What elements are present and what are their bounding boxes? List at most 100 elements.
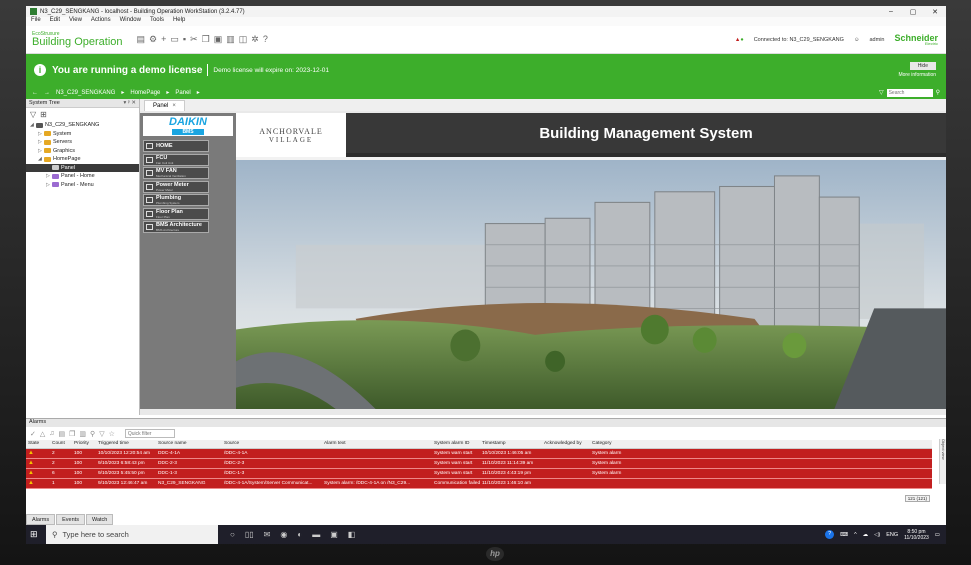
menu-edit[interactable]: Edit: [50, 17, 60, 26]
save-icon[interactable]: ▪: [183, 34, 186, 45]
settings-icon[interactable]: ✲: [251, 34, 259, 45]
close-button[interactable]: ✕: [924, 8, 946, 16]
tree-item[interactable]: ◢ HomePage: [26, 155, 139, 164]
tree-item[interactable]: ▷ Panel - Home: [26, 172, 139, 181]
user-search-icon[interactable]: ⚲: [90, 430, 95, 438]
menu-tools[interactable]: Tools: [150, 17, 164, 26]
column-header[interactable]: System alarm ID: [432, 440, 480, 449]
tab-events[interactable]: Events: [56, 514, 85, 525]
task-view-icon[interactable]: ▯▯: [245, 530, 254, 539]
alarm-row[interactable]: ▲ 1 100 9/10/2023 12:46:47 am N3_C29_SENGKAN…: [26, 478, 932, 489]
column-header[interactable]: Triggered time: [96, 440, 156, 449]
menu-view[interactable]: View: [69, 17, 82, 26]
tree-item[interactable]: ▷ Panel - Menu: [26, 181, 139, 190]
pane-controls[interactable]: ▾ ᵖ ✕: [123, 100, 139, 106]
windows-start-icon[interactable]: ⊞: [30, 529, 44, 540]
column-header[interactable]: Alarm text: [322, 440, 432, 449]
menu-file[interactable]: File: [31, 17, 41, 26]
forward-arrow-icon[interactable]: →: [44, 90, 50, 96]
bell-icon[interactable]: ♫: [49, 430, 54, 437]
paste-icon[interactable]: ▣: [214, 34, 223, 45]
star-icon[interactable]: ☆: [109, 430, 115, 438]
tree-item[interactable]: ▷ Graphics: [26, 147, 139, 156]
expand-icon[interactable]: ⊞: [40, 110, 47, 119]
acknowledge-icon[interactable]: ✓: [30, 430, 36, 438]
workstation-app-icon[interactable]: ◧: [348, 530, 356, 539]
breadcrumb-panel[interactable]: Panel: [175, 90, 190, 96]
note-icon[interactable]: ▤: [59, 430, 66, 438]
tools-icon[interactable]: ⚙: [149, 34, 157, 45]
column-header[interactable]: Acknowledged by: [542, 440, 590, 449]
daikin-menu-button[interactable]: Plumbing Plumbing System: [143, 194, 209, 206]
copy-icon[interactable]: ❐: [202, 34, 210, 45]
cut-icon[interactable]: ✂: [190, 34, 198, 45]
tree-item[interactable]: ▷ Servers: [26, 138, 139, 147]
filter-icon[interactable]: ▽: [99, 430, 104, 438]
taskbar-search[interactable]: ⚲ Type here to search: [46, 525, 218, 544]
open-folder-icon[interactable]: ▭: [170, 34, 179, 45]
filter-icon[interactable]: ▽: [30, 110, 36, 119]
breadcrumb-homepage[interactable]: HomePage: [130, 90, 160, 96]
print-icon[interactable]: ▥: [79, 430, 86, 438]
search-input[interactable]: [886, 88, 933, 97]
column-header[interactable]: Priority: [72, 440, 96, 449]
alarm-row[interactable]: ▲ 2 100 10/10/2023 12:20:54 am DDC-4-1A/DDC-…: [26, 448, 932, 459]
daikin-menu-button[interactable]: Floor Plan Floor Plan: [143, 207, 209, 220]
minimize-button[interactable]: –: [880, 8, 902, 16]
volume-icon[interactable]: ◁): [874, 532, 880, 538]
user-menu[interactable]: admin: [870, 37, 885, 43]
help-icon[interactable]: ?: [825, 530, 835, 539]
edge-icon[interactable]: ◐: [297, 530, 302, 539]
column-header[interactable]: State: [26, 440, 50, 449]
column-header[interactable]: Count: [50, 440, 72, 449]
workspace-icon[interactable]: ▤: [137, 34, 146, 45]
daikin-menu-button[interactable]: FCU Fan Coil Unit: [143, 153, 209, 166]
search-icon[interactable]: ⚲: [936, 89, 940, 96]
back-arrow-icon[interactable]: ←: [32, 90, 38, 96]
copy-icon[interactable]: ❐: [69, 430, 75, 438]
tab-panel[interactable]: Panel ×: [144, 100, 185, 111]
close-tab-icon[interactable]: ×: [172, 103, 176, 109]
menu-actions[interactable]: Actions: [91, 17, 111, 26]
tab-watch[interactable]: Watch: [85, 514, 114, 525]
lock-icon[interactable]: ◫: [239, 34, 248, 45]
quick-filter-input[interactable]: Quick filter: [124, 429, 175, 438]
menu-help[interactable]: Help: [173, 17, 185, 26]
daikin-menu-button[interactable]: Power Meter Power Meter: [143, 180, 209, 193]
daikin-menu-button[interactable]: MV FAN Mechanical Ventilation: [143, 167, 209, 179]
delete-icon[interactable]: ▥: [226, 34, 235, 45]
tree-item[interactable]: ◢ N3_C29_SENGKANG: [26, 121, 139, 130]
tab-alarms[interactable]: Alarms: [26, 514, 56, 525]
clock[interactable]: 8:50 pm 11/10/2023: [904, 529, 929, 541]
store-icon[interactable]: ▣: [330, 530, 338, 539]
warning-icon[interactable]: △: [40, 430, 45, 438]
column-header[interactable]: Timestamp: [480, 440, 542, 449]
browser-icon[interactable]: ◉: [280, 530, 287, 539]
cortana-icon[interactable]: ○: [230, 530, 235, 539]
breadcrumb-root[interactable]: N3_C29_SENGKANG: [56, 90, 115, 96]
daikin-menu-button[interactable]: HOME: [143, 140, 209, 152]
help-icon[interactable]: ?: [263, 34, 268, 45]
alarm-row[interactable]: ▲ 6 100 9/10/2023 5:45:50 pm DDC-1-3/DDC-1-3…: [26, 468, 932, 479]
menu-window[interactable]: Window: [120, 17, 141, 26]
alarms-pager[interactable]: 121 (121): [904, 495, 930, 502]
tree-item[interactable]: Panel: [26, 163, 139, 172]
network-icon[interactable]: ☁: [863, 532, 869, 538]
notification-icon[interactable]: ▭: [935, 532, 940, 538]
tray-chevron-icon[interactable]: ^: [854, 532, 857, 538]
hide-button[interactable]: Hide: [909, 62, 936, 70]
keyboard-icon[interactable]: ⌨: [840, 532, 848, 538]
alarm-row[interactable]: ▲ 2 100 9/10/2023 6:58:43 pm DDC-2-3/DDC-2-3…: [26, 458, 932, 469]
mail-icon[interactable]: ✉: [264, 530, 271, 539]
column-header[interactable]: Source: [222, 440, 322, 449]
maximize-button[interactable]: ▢: [902, 8, 924, 16]
add-icon[interactable]: +: [161, 34, 166, 45]
language-indicator[interactable]: ENG: [886, 532, 898, 538]
file-explorer-icon[interactable]: ▬: [312, 530, 320, 539]
filter-icon[interactable]: ▽: [879, 89, 884, 96]
column-header[interactable]: Source name: [156, 440, 222, 449]
daikin-menu-button[interactable]: BMS Architecture BMS Architecture: [143, 221, 209, 233]
column-header[interactable]: Category: [590, 440, 932, 449]
object-view-tab[interactable]: Object view: [939, 439, 946, 484]
more-information-link[interactable]: More information: [898, 72, 936, 78]
